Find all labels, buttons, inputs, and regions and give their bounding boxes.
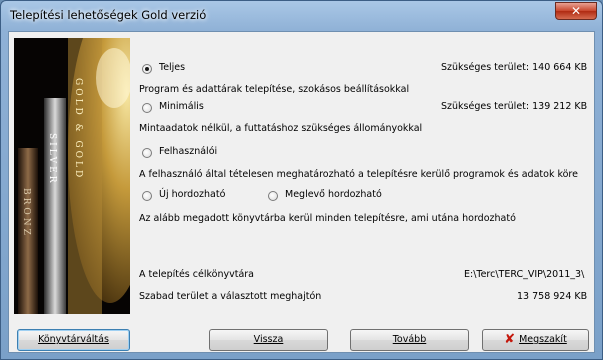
cancel-x-icon: ✘ — [504, 332, 516, 347]
full-required-space: Szükséges terület: 140 664 KB — [441, 62, 588, 73]
change-directory-button[interactable]: Könyvtárváltás — [17, 329, 130, 351]
target-directory-label: A telepítés célkönyvtára — [139, 269, 255, 280]
close-icon: ✕ — [570, 4, 582, 18]
svg-text:SILVER: SILVER — [47, 133, 57, 185]
svg-text:BRONZ: BRONZ — [21, 188, 31, 238]
coins-illustration: BRONZ SILVER GOLD & GOLD — [14, 38, 130, 314]
new-portable-label: Új hordozható — [159, 189, 226, 200]
installer-window: Telepítési lehetőségek Gold verzió ✕ BRO… — [0, 0, 603, 360]
new-portable-radio[interactable] — [142, 191, 152, 201]
minimal-install-description: Mintaadatok nélkül, a futtatáshoz szüksé… — [139, 123, 423, 134]
back-label: Vissza — [253, 334, 284, 345]
minimal-required-space: Szükséges terület: 139 212 KB — [441, 101, 588, 112]
free-space-label: Szabad terület a választott meghajtón — [139, 291, 322, 302]
custom-install-label: Felhasználói — [159, 146, 218, 157]
free-space-value: 13 758 924 KB — [517, 291, 588, 302]
dialog-client-area: BRONZ SILVER GOLD & GOLD Teljes Szüksége… — [8, 31, 595, 353]
cancel-button[interactable]: ✘ Megszakít — [482, 329, 589, 351]
minimal-install-radio[interactable] — [142, 103, 152, 113]
next-button[interactable]: Tovább — [350, 329, 469, 351]
existing-portable-label: Meglevő hordozható — [285, 189, 382, 200]
back-button[interactable]: Vissza — [209, 329, 328, 351]
portable-description: Az alább megadott könyvtárba kerül minde… — [139, 213, 516, 224]
full-install-radio[interactable] — [142, 64, 152, 74]
window-title: Telepítési lehetőségek Gold verzió — [10, 8, 207, 22]
svg-text:GOLD & GOLD: GOLD & GOLD — [73, 78, 83, 180]
next-label: Tovább — [392, 334, 427, 345]
cancel-label: Megszakít — [519, 334, 567, 345]
change-directory-label: Könyvtárváltás — [38, 334, 109, 345]
full-install-label: Teljes — [159, 62, 186, 73]
product-banner-image: BRONZ SILVER GOLD & GOLD — [14, 38, 130, 314]
minimal-install-label: Minimális — [159, 101, 204, 112]
existing-portable-radio[interactable] — [268, 191, 278, 201]
custom-install-description: A felhasználó által tételesen meghatároz… — [139, 169, 578, 180]
target-directory-value: E:\Terc\TERC_VIP\2011_3\ — [464, 269, 585, 280]
title-bar[interactable]: Telepítési lehetőségek Gold verzió ✕ — [1, 1, 602, 31]
full-install-description: Program és adattárak telepítése, szokáso… — [139, 84, 410, 95]
custom-install-radio[interactable] — [142, 148, 152, 158]
close-button[interactable]: ✕ — [555, 2, 597, 20]
